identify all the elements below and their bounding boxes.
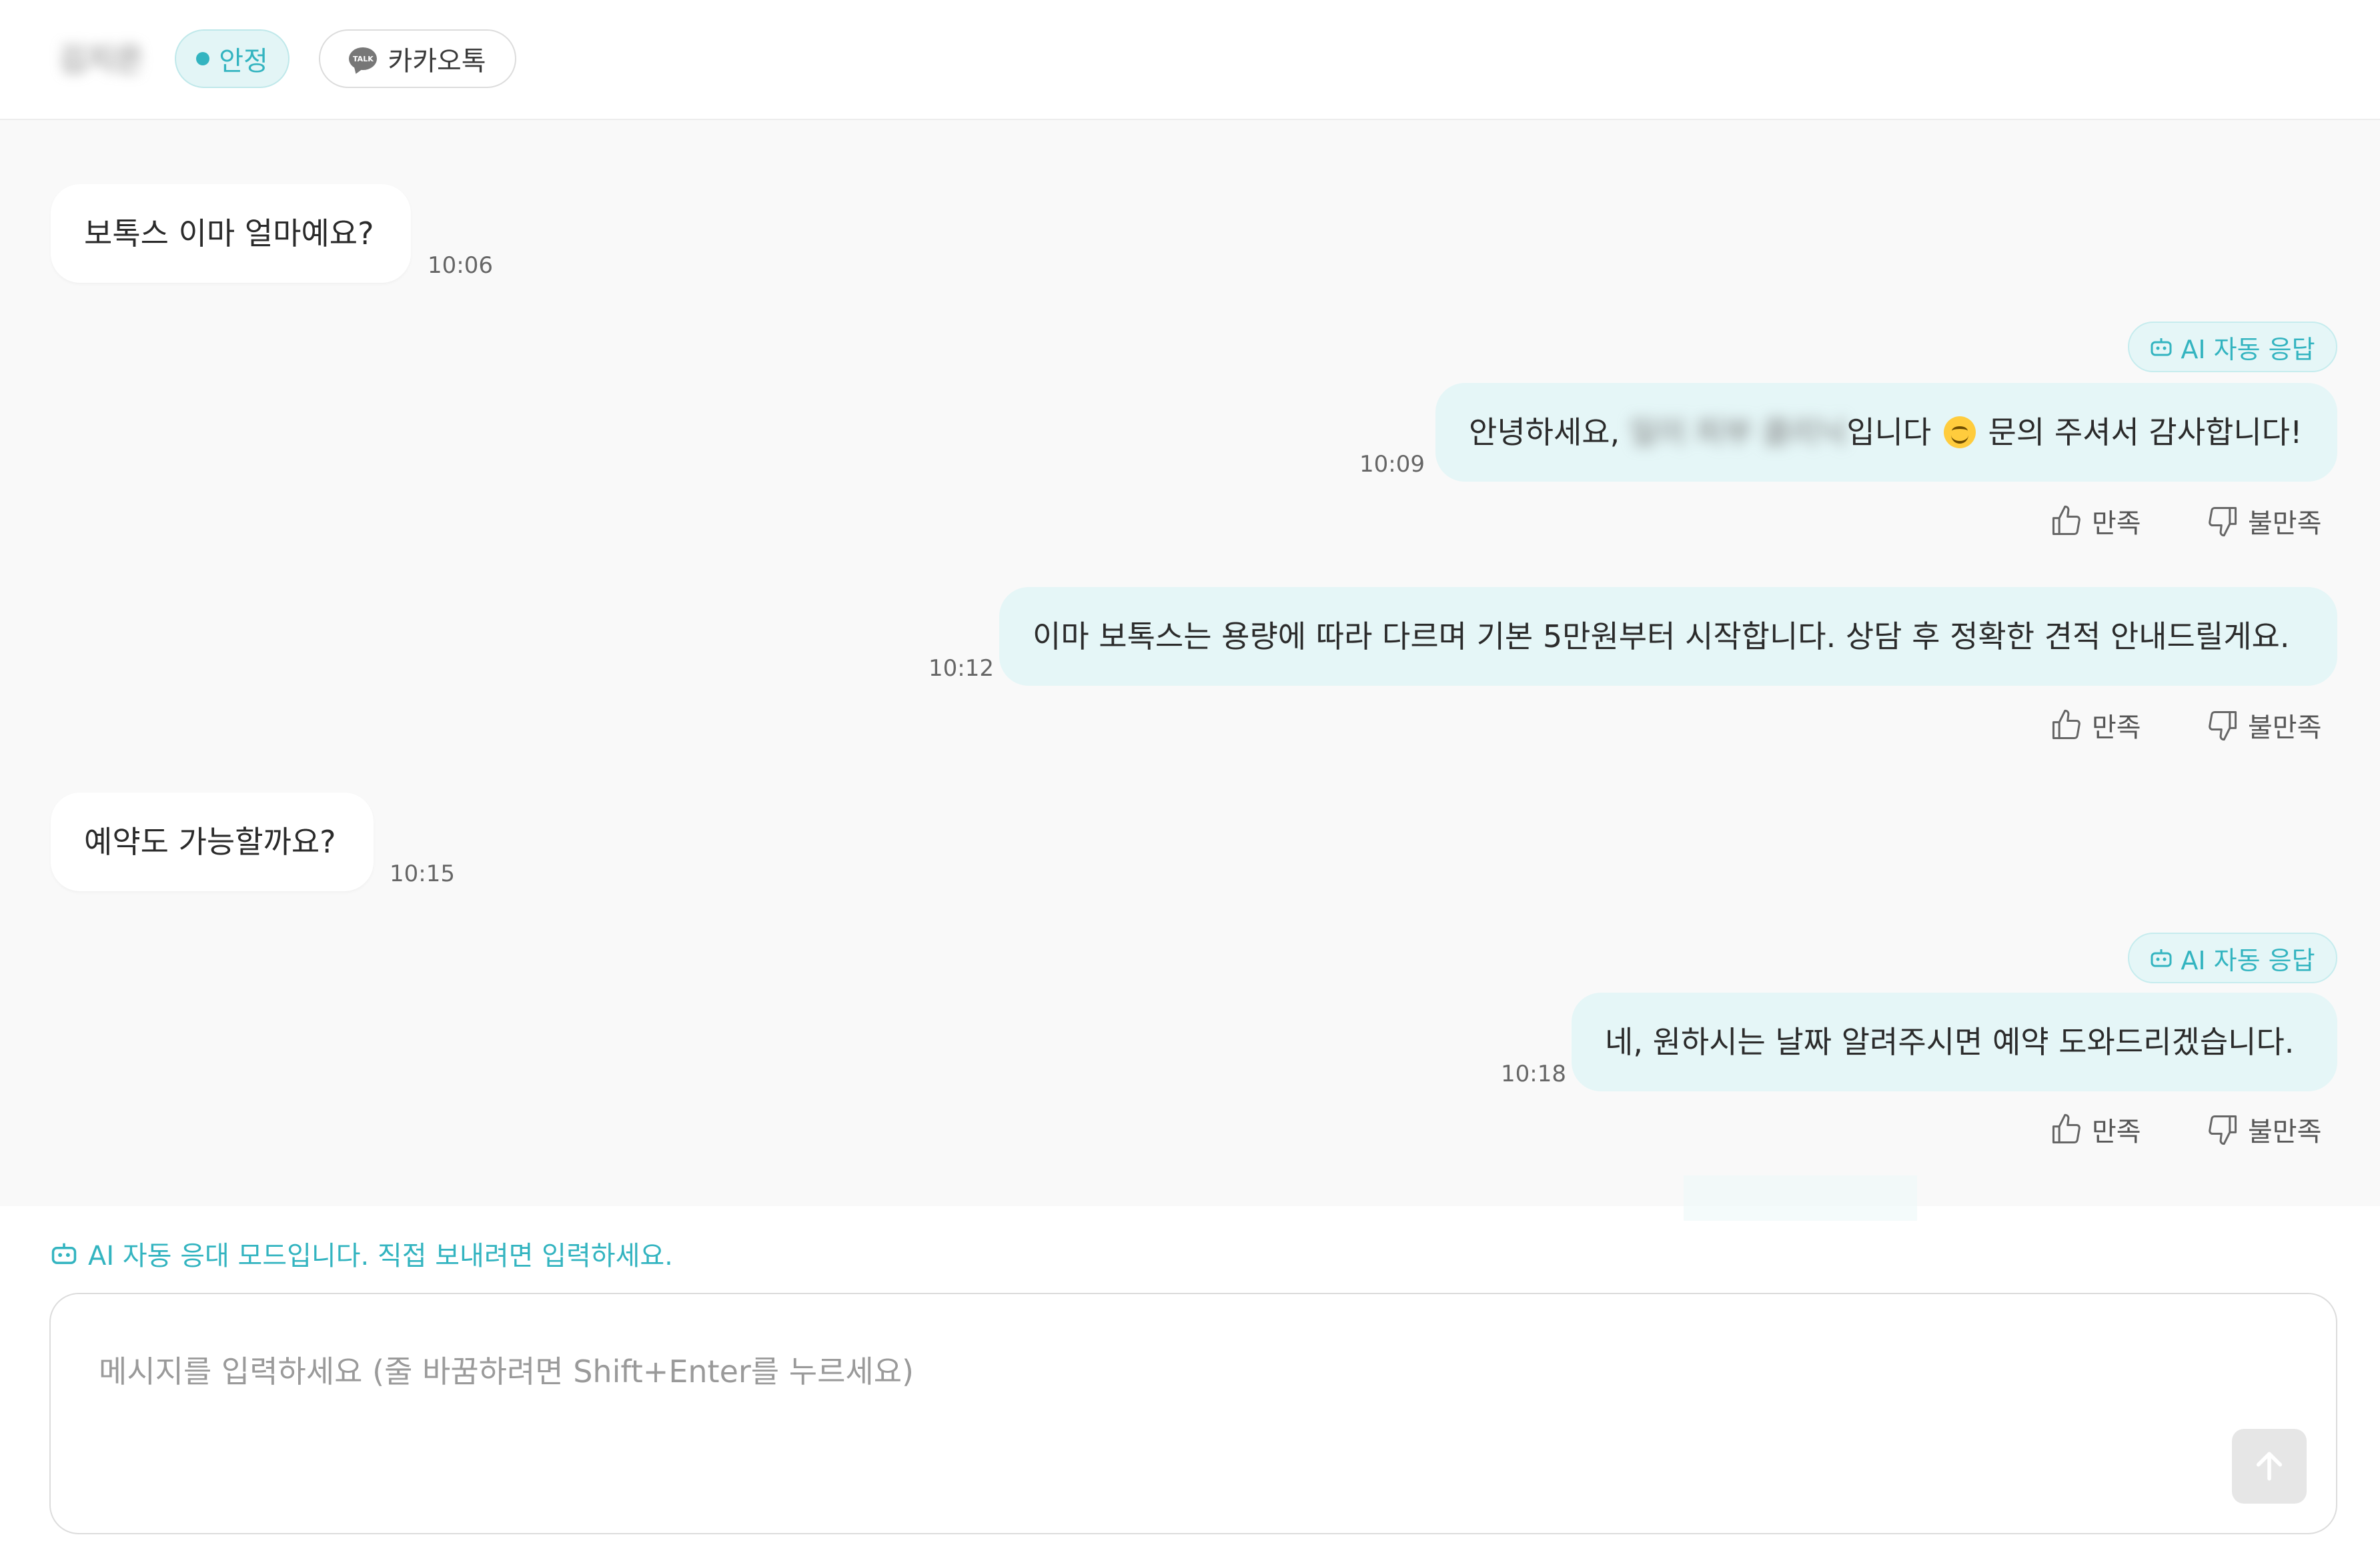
robot-icon — [51, 1243, 77, 1264]
message-text: 네, 원하시는 날짜 알려주시면 예약 도와드리겠습니다. — [1605, 1024, 2295, 1060]
message-text: 이마 보톡스는 용량에 따라 다르며 기본 5만원부터 시작합니다. 상담 후 … — [1033, 618, 2290, 654]
message-time: 10:09 — [1359, 451, 1425, 478]
message-text: 보톡스 이마 얼마예요? — [84, 215, 374, 251]
thumbs-down-icon — [2209, 506, 2237, 537]
channel-label: 카카오톡 — [388, 46, 486, 77]
ai-mode-hint: AI 자동 응대 모드입니다. 직접 보내려면 입력하세요. — [51, 1237, 673, 1271]
message-time: 10:06 — [428, 252, 493, 279]
clinic-name-redacted: 일이 피부 클리닉 — [1629, 414, 1847, 450]
dissatisfied-button[interactable]: 불만족 — [2205, 502, 2321, 540]
message-time: 10:12 — [929, 655, 994, 682]
thumbs-up-icon — [2052, 1113, 2080, 1144]
ai-badge-label: AI 자동 응답 — [2181, 945, 2315, 975]
customer-message-bubble: 보톡스 이마 얼마예요? — [51, 184, 411, 283]
thumbs-up-icon — [2052, 505, 2080, 536]
thumbs-up-icon — [2052, 709, 2080, 740]
satisfied-button[interactable]: 만족 — [2049, 706, 2141, 744]
thumbs-down-icon — [2209, 710, 2237, 741]
ai-message-bubble: 안녕하세요, 일이 피부 클리닉입니다 문의 주셔서 감사합니다! — [1435, 383, 2337, 482]
message-text-mid: 입니다 — [1846, 414, 1932, 450]
status-badge[interactable]: 안정 — [175, 29, 289, 88]
dissatisfied-label: 불만족 — [2248, 508, 2322, 539]
satisfied-label: 만족 — [2092, 508, 2141, 539]
satisfied-label: 만족 — [2092, 1117, 2141, 1147]
ai-badge-label: AI 자동 응답 — [2181, 334, 2315, 364]
thumbs-down-icon — [2209, 1115, 2237, 1145]
send-button[interactable] — [2232, 1429, 2307, 1504]
ai-auto-reply-badge: AI 자동 응답 — [2128, 933, 2337, 983]
message-input[interactable] — [49, 1293, 2337, 1534]
ai-mode-hint-text: AI 자동 응대 모드입니다. 직접 보내려면 입력하세요. — [88, 1241, 673, 1271]
satisfied-button[interactable]: 만족 — [2049, 1110, 2141, 1149]
message-time: 10:15 — [390, 861, 455, 887]
customer-name: 김지은 — [59, 41, 143, 77]
dissatisfied-button[interactable]: 불만족 — [2205, 1110, 2321, 1149]
kakaotalk-icon: TALK — [349, 47, 378, 70]
dissatisfied-button[interactable]: 불만족 — [2205, 706, 2321, 744]
ai-auto-reply-badge: AI 자동 응답 — [2128, 322, 2337, 372]
scroll-indicator — [1684, 1175, 1917, 1221]
arrow-up-icon — [2256, 1452, 2283, 1481]
message-text: 예약도 가능할까요? — [84, 824, 336, 860]
satisfied-label: 만족 — [2092, 712, 2141, 743]
ai-message-bubble: 네, 원하시는 날짜 알려주시면 예약 도와드리겠습니다. — [1572, 993, 2337, 1091]
satisfied-button[interactable]: 만족 — [2049, 502, 2141, 540]
status-label: 안정 — [219, 46, 268, 77]
message-text-start: 안녕하세요, — [1469, 414, 1630, 450]
customer-message-bubble: 예약도 가능할까요? — [51, 793, 374, 891]
ai-message-bubble: 이마 보톡스는 용량에 따라 다르며 기본 5만원부터 시작합니다. 상담 후 … — [999, 587, 2337, 686]
status-dot-icon — [196, 52, 210, 65]
message-time: 10:18 — [1501, 1061, 1566, 1087]
message-input-placeholder: 메시지를 입력하세요 (줄 바꿈하려면 Shift+Enter를 누르세요) — [99, 1354, 914, 1390]
robot-icon — [2151, 338, 2172, 356]
channel-badge[interactable]: TALK 카카오톡 — [319, 29, 516, 88]
dissatisfied-label: 불만족 — [2248, 1117, 2322, 1147]
smile-emoji-icon — [1943, 416, 1976, 448]
robot-icon — [2151, 949, 2172, 967]
dissatisfied-label: 불만족 — [2248, 712, 2322, 743]
message-text-end: 문의 주셔서 감사합니다! — [1978, 414, 2303, 450]
